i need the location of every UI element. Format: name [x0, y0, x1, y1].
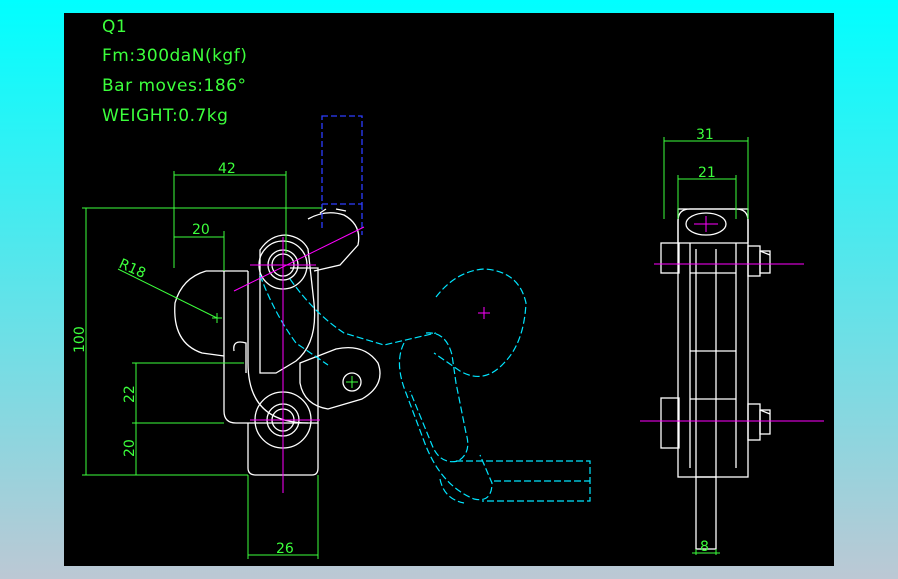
model-note: Q1: [102, 17, 128, 37]
dim-21: 21: [698, 165, 716, 181]
force-note: Fm:300daN(kgf): [102, 46, 248, 66]
drawing-canvas: Q1 Fm:300daN(kgf) Bar moves:186° WEIGHT:…: [64, 13, 834, 566]
side-view: [660, 208, 771, 550]
body-profile: [247, 271, 309, 424]
front-view: [174, 208, 381, 476]
dim-8: 8: [700, 539, 709, 555]
dim-42: 42: [218, 161, 236, 177]
base-body: [223, 267, 319, 424]
bar-moves-note: Bar moves:186°: [102, 76, 247, 96]
dim-20-left: 20: [122, 439, 138, 457]
dim-20-top: 20: [192, 222, 210, 238]
lower-arm: [299, 346, 381, 410]
weight-note: WEIGHT:0.7kg: [102, 106, 229, 126]
handle-phantom: [321, 115, 363, 235]
dim-31: 31: [696, 127, 714, 143]
swung-position-phantom: [259, 268, 591, 504]
dim-22: 22: [122, 385, 138, 403]
bottom-block: [233, 341, 247, 373]
dim-100: 100: [72, 326, 88, 353]
side-centerlines: [640, 216, 824, 422]
dim-r18: R18: [116, 256, 148, 282]
dim-26: 26: [276, 541, 294, 557]
